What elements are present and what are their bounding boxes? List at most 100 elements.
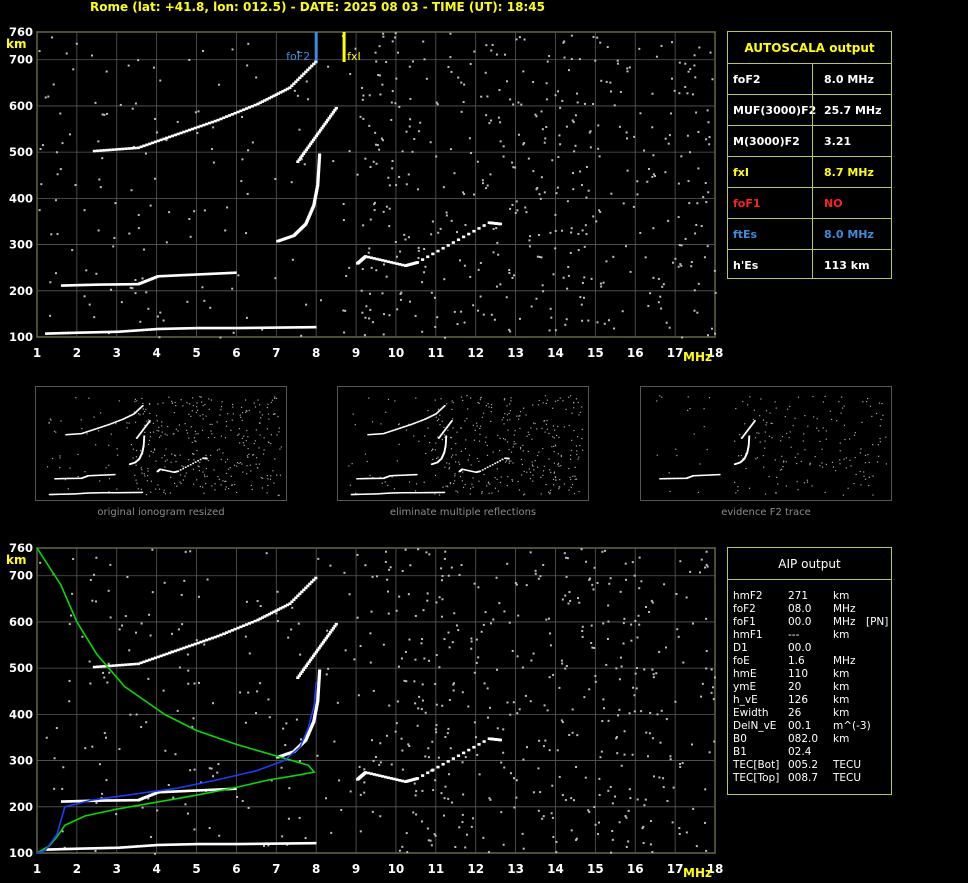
header-title: Rome (lat: +41.8, lon: 012.5) - DATE: 20… bbox=[90, 0, 545, 14]
aip-unit: TECU bbox=[833, 759, 862, 771]
autoscala-param-value: 8.7 MHz bbox=[824, 166, 874, 179]
x-tick-label: 8 bbox=[312, 862, 320, 876]
x-axis-label: MHz bbox=[683, 866, 712, 880]
x-tick-label: 14 bbox=[547, 346, 564, 360]
autoscala-param-label: MUF(3000)F2 bbox=[733, 104, 817, 117]
aip-unit: km bbox=[833, 694, 850, 706]
y-tick-label: 700 bbox=[9, 569, 33, 583]
plot-area: 1 2 3 4 5 6 7 8 9 10 11 12 13 14 15 16 17 181002003004005… bbox=[6, 25, 723, 364]
aip-unit: km bbox=[833, 681, 850, 693]
aip-unit: TECU bbox=[833, 772, 862, 784]
aip-value: 008.7 bbox=[788, 772, 819, 784]
aip-name: hmF1 bbox=[733, 629, 763, 641]
autoscala-param-label: foF1 bbox=[733, 197, 761, 210]
aip-unit: km bbox=[833, 707, 850, 719]
aip-name: Ewidth bbox=[733, 707, 769, 719]
thumbnail-caption: original ionogram resized bbox=[97, 507, 225, 518]
plot-frame bbox=[36, 31, 716, 338]
x-axis-label: MHz bbox=[683, 350, 712, 364]
aip-unit: km bbox=[833, 733, 850, 745]
aip-name: h_vE bbox=[733, 694, 758, 706]
aip-value: 00.0 bbox=[788, 616, 812, 628]
thumbnail-3 bbox=[640, 386, 892, 501]
aip-value: 02.4 bbox=[788, 746, 812, 758]
aip-title: AIP output bbox=[778, 557, 841, 571]
y-tick-label: 200 bbox=[9, 284, 33, 298]
x-tick-label: 11 bbox=[427, 346, 444, 360]
y-tick-label: 400 bbox=[9, 191, 33, 205]
aip-unit: MHz bbox=[833, 655, 856, 667]
x-tick-label: 3 bbox=[113, 346, 121, 360]
autoscala-param-value: 3.21 bbox=[824, 135, 852, 148]
x-tick-label: 10 bbox=[388, 862, 405, 876]
marker-label: fxI bbox=[347, 50, 361, 63]
x-tick-label: 13 bbox=[507, 862, 524, 876]
autoscala-param-label: ftEs bbox=[733, 228, 758, 241]
autoscala-divider bbox=[728, 63, 891, 64]
y-tick-label: 500 bbox=[9, 145, 33, 159]
y-tick-label: 300 bbox=[9, 238, 33, 252]
y-axis-label: km bbox=[6, 37, 26, 51]
x-tick-label: 1 bbox=[33, 862, 41, 876]
thumbnail-2 bbox=[337, 386, 589, 501]
y-tick-label: 300 bbox=[9, 754, 33, 768]
aip-name: DelN_vE bbox=[733, 720, 777, 732]
autoscala-column-divider bbox=[812, 63, 813, 278]
aip-unit: km bbox=[833, 629, 850, 641]
autoscala-param-label: fxI bbox=[733, 166, 749, 179]
aip-unit: km bbox=[833, 590, 850, 602]
x-tick-label: 3 bbox=[113, 862, 121, 876]
aip-unit: MHz bbox=[833, 603, 856, 615]
y-tick-label: 100 bbox=[9, 846, 33, 860]
autoscala-param-value: 113 km bbox=[824, 259, 870, 272]
thumbnail-1 bbox=[35, 386, 287, 501]
aip-value: 1.6 bbox=[788, 655, 805, 667]
autoscala-divider bbox=[728, 187, 891, 188]
x-tick-label: 15 bbox=[587, 862, 604, 876]
aip-name: hmE bbox=[733, 668, 757, 680]
x-tick-label: 8 bbox=[312, 346, 320, 360]
autoscala-divider bbox=[728, 125, 891, 126]
thumbnail-caption: eliminate multiple reflections bbox=[389, 507, 537, 518]
aip-value: 110 bbox=[788, 668, 809, 680]
x-tick-label: 6 bbox=[232, 862, 240, 876]
x-tick-label: 17 bbox=[667, 862, 684, 876]
marker-label: foF2 bbox=[286, 50, 310, 63]
autoscala-divider bbox=[728, 249, 891, 250]
x-tick-label: 9 bbox=[352, 862, 360, 876]
autoscala-param-label: M(3000)F2 bbox=[733, 135, 800, 148]
thumbnail-image bbox=[348, 395, 584, 496]
x-tick-label: 4 bbox=[152, 346, 160, 360]
aip-value: 126 bbox=[788, 694, 809, 706]
aip-value: 26 bbox=[788, 707, 802, 719]
aip-value: 271 bbox=[788, 590, 809, 602]
autoscala-param-value: 25.7 MHz bbox=[824, 104, 882, 117]
x-tick-label: 2 bbox=[73, 346, 81, 360]
x-tick-label: 16 bbox=[627, 862, 644, 876]
y-tick-label: 600 bbox=[9, 99, 33, 113]
thumbnail-caption: evidence F2 trace bbox=[721, 507, 811, 518]
aip-name: ymE bbox=[733, 681, 757, 693]
plot-area: 1 2 3 4 5 6 7 8 9 10 11 12 13 14 15 16 17 181002003004005… bbox=[6, 541, 723, 880]
x-tick-label: 5 bbox=[192, 346, 200, 360]
thumbnail-image bbox=[656, 395, 888, 496]
x-tick-label: 16 bbox=[627, 346, 644, 360]
y-tick-label: 700 bbox=[9, 53, 33, 67]
x-tick-label: 11 bbox=[427, 862, 444, 876]
y-tick-label: 600 bbox=[9, 615, 33, 629]
x-tick-label: 5 bbox=[192, 862, 200, 876]
x-tick-label: 9 bbox=[352, 346, 360, 360]
y-axis-label: km bbox=[6, 553, 26, 567]
aip-name: foF1 bbox=[733, 616, 756, 628]
autoscala-divider bbox=[728, 218, 891, 219]
aip-name: TEC[Bot] bbox=[733, 759, 780, 771]
aip-name: D1 bbox=[733, 642, 748, 654]
x-tick-label: 14 bbox=[547, 862, 564, 876]
y-tick-label: 200 bbox=[9, 800, 33, 814]
aip-value: --- bbox=[788, 629, 800, 641]
plot-frame bbox=[36, 547, 716, 854]
aip-name: hmF2 bbox=[733, 590, 763, 602]
aip-extra: [PN] bbox=[866, 616, 889, 628]
y-tick-label: 500 bbox=[9, 661, 33, 675]
thumbnail-image bbox=[46, 396, 282, 497]
